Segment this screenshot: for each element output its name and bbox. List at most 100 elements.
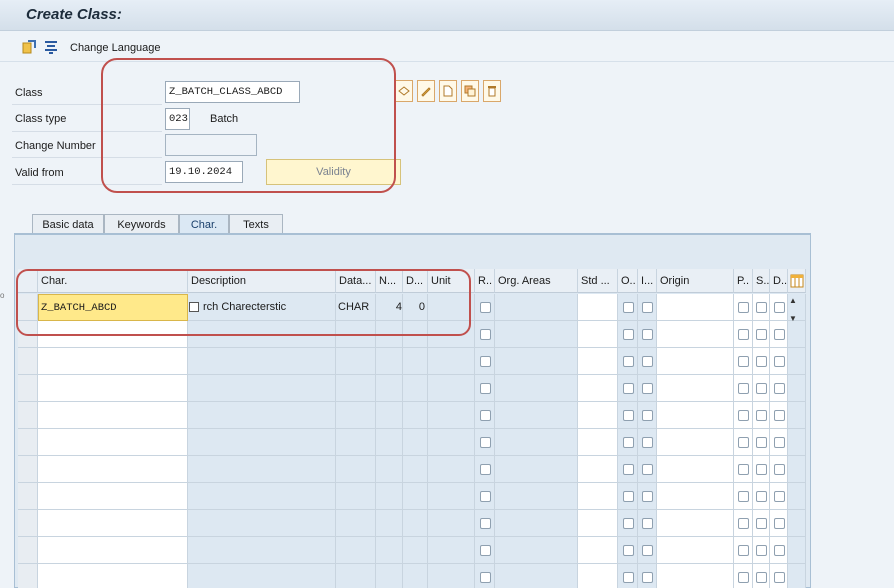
checkbox[interactable]: [774, 356, 785, 367]
table-cell[interactable]: [336, 456, 376, 483]
table-cell[interactable]: [578, 510, 618, 537]
table-cell[interactable]: [657, 375, 734, 402]
table-cell[interactable]: [788, 564, 806, 588]
checkbox[interactable]: [480, 302, 491, 313]
table-cell[interactable]: [734, 537, 753, 564]
table-cell[interactable]: [376, 564, 403, 588]
table-cell[interactable]: [188, 348, 336, 375]
checkbox[interactable]: [774, 410, 785, 421]
table-cell[interactable]: [638, 537, 657, 564]
table-cell[interactable]: [618, 456, 638, 483]
table-cell[interactable]: [734, 402, 753, 429]
tab-basic-data[interactable]: Basic data: [32, 214, 104, 234]
copy-icon[interactable]: [461, 80, 479, 102]
table-cell[interactable]: [578, 483, 618, 510]
table-cell[interactable]: [475, 321, 495, 348]
table-cell[interactable]: [475, 537, 495, 564]
table-cell[interactable]: [188, 564, 336, 588]
table-cell[interactable]: [495, 294, 578, 321]
checkbox[interactable]: [480, 383, 491, 394]
checkbox[interactable]: [774, 329, 785, 340]
table-cell[interactable]: [638, 429, 657, 456]
table-cell[interactable]: [788, 483, 806, 510]
checkbox[interactable]: [623, 572, 634, 583]
table-cell[interactable]: [495, 456, 578, 483]
table-cell[interactable]: [578, 294, 618, 321]
checkbox[interactable]: [623, 410, 634, 421]
table-cell[interactable]: [788, 510, 806, 537]
table-cell[interactable]: [753, 510, 770, 537]
table-cell[interactable]: [753, 564, 770, 588]
column-settings-icon[interactable]: [788, 269, 806, 293]
table-cell[interactable]: [376, 375, 403, 402]
checkbox[interactable]: [623, 356, 634, 367]
table-cell[interactable]: [618, 402, 638, 429]
checkbox[interactable]: [738, 329, 749, 340]
table-cell[interactable]: [428, 483, 475, 510]
table-cell[interactable]: [618, 510, 638, 537]
table-cell[interactable]: [788, 402, 806, 429]
delete-trash-icon[interactable]: [483, 80, 501, 102]
table-cell[interactable]: [336, 348, 376, 375]
checkbox[interactable]: [774, 545, 785, 556]
checkbox[interactable]: [642, 464, 653, 475]
table-cell[interactable]: [657, 429, 734, 456]
checkbox[interactable]: [756, 356, 767, 367]
table-cell[interactable]: [734, 564, 753, 588]
table-cell[interactable]: [475, 294, 495, 321]
table-cell[interactable]: [376, 483, 403, 510]
checkbox[interactable]: [642, 410, 653, 421]
table-cell[interactable]: [638, 294, 657, 321]
change-language-icon[interactable]: [44, 40, 58, 54]
table-cell[interactable]: [578, 456, 618, 483]
table-cell[interactable]: [38, 375, 188, 402]
table-cell[interactable]: [657, 483, 734, 510]
table-cell[interactable]: [376, 510, 403, 537]
table-cell[interactable]: [770, 348, 788, 375]
table-cell[interactable]: [376, 402, 403, 429]
checkbox[interactable]: [756, 572, 767, 583]
checkbox[interactable]: [480, 545, 491, 556]
table-cell[interactable]: [638, 402, 657, 429]
table-cell[interactable]: [753, 483, 770, 510]
table-cell[interactable]: [428, 537, 475, 564]
checkbox[interactable]: [756, 464, 767, 475]
checkbox[interactable]: [756, 491, 767, 502]
checkbox[interactable]: [480, 410, 491, 421]
table-cell[interactable]: [618, 321, 638, 348]
checkbox[interactable]: [623, 518, 634, 529]
table-cell[interactable]: [638, 456, 657, 483]
table-cell[interactable]: [38, 537, 188, 564]
checkbox[interactable]: [642, 356, 653, 367]
table-cell[interactable]: [38, 429, 188, 456]
row-selector[interactable]: [18, 429, 38, 456]
table-cell[interactable]: [403, 537, 428, 564]
table-cell[interactable]: [657, 510, 734, 537]
table-cell[interactable]: [495, 348, 578, 375]
tab-char[interactable]: Char.: [179, 214, 229, 234]
table-cell[interactable]: [753, 402, 770, 429]
table-cell[interactable]: [618, 429, 638, 456]
table-cell[interactable]: [403, 510, 428, 537]
column-header-origin[interactable]: Origin: [657, 269, 734, 293]
column-header-org-areas[interactable]: Org. Areas: [495, 269, 578, 293]
table-cell[interactable]: [376, 348, 403, 375]
table-cell[interactable]: [657, 564, 734, 588]
table-cell[interactable]: [618, 483, 638, 510]
row-selector[interactable]: [18, 402, 38, 429]
table-cell[interactable]: [618, 537, 638, 564]
checkbox[interactable]: [738, 356, 749, 367]
table-cell[interactable]: [38, 456, 188, 483]
table-cell[interactable]: [376, 456, 403, 483]
table-cell[interactable]: [188, 537, 336, 564]
table-cell[interactable]: [475, 564, 495, 588]
table-cell[interactable]: [578, 375, 618, 402]
table-cell[interactable]: [495, 510, 578, 537]
table-cell[interactable]: [38, 510, 188, 537]
checkbox[interactable]: [642, 572, 653, 583]
table-cell[interactable]: [336, 429, 376, 456]
table-cell[interactable]: [753, 321, 770, 348]
table-cell[interactable]: [428, 402, 475, 429]
checkbox[interactable]: [480, 518, 491, 529]
scroll-down-icon[interactable]: ▼: [789, 314, 797, 323]
